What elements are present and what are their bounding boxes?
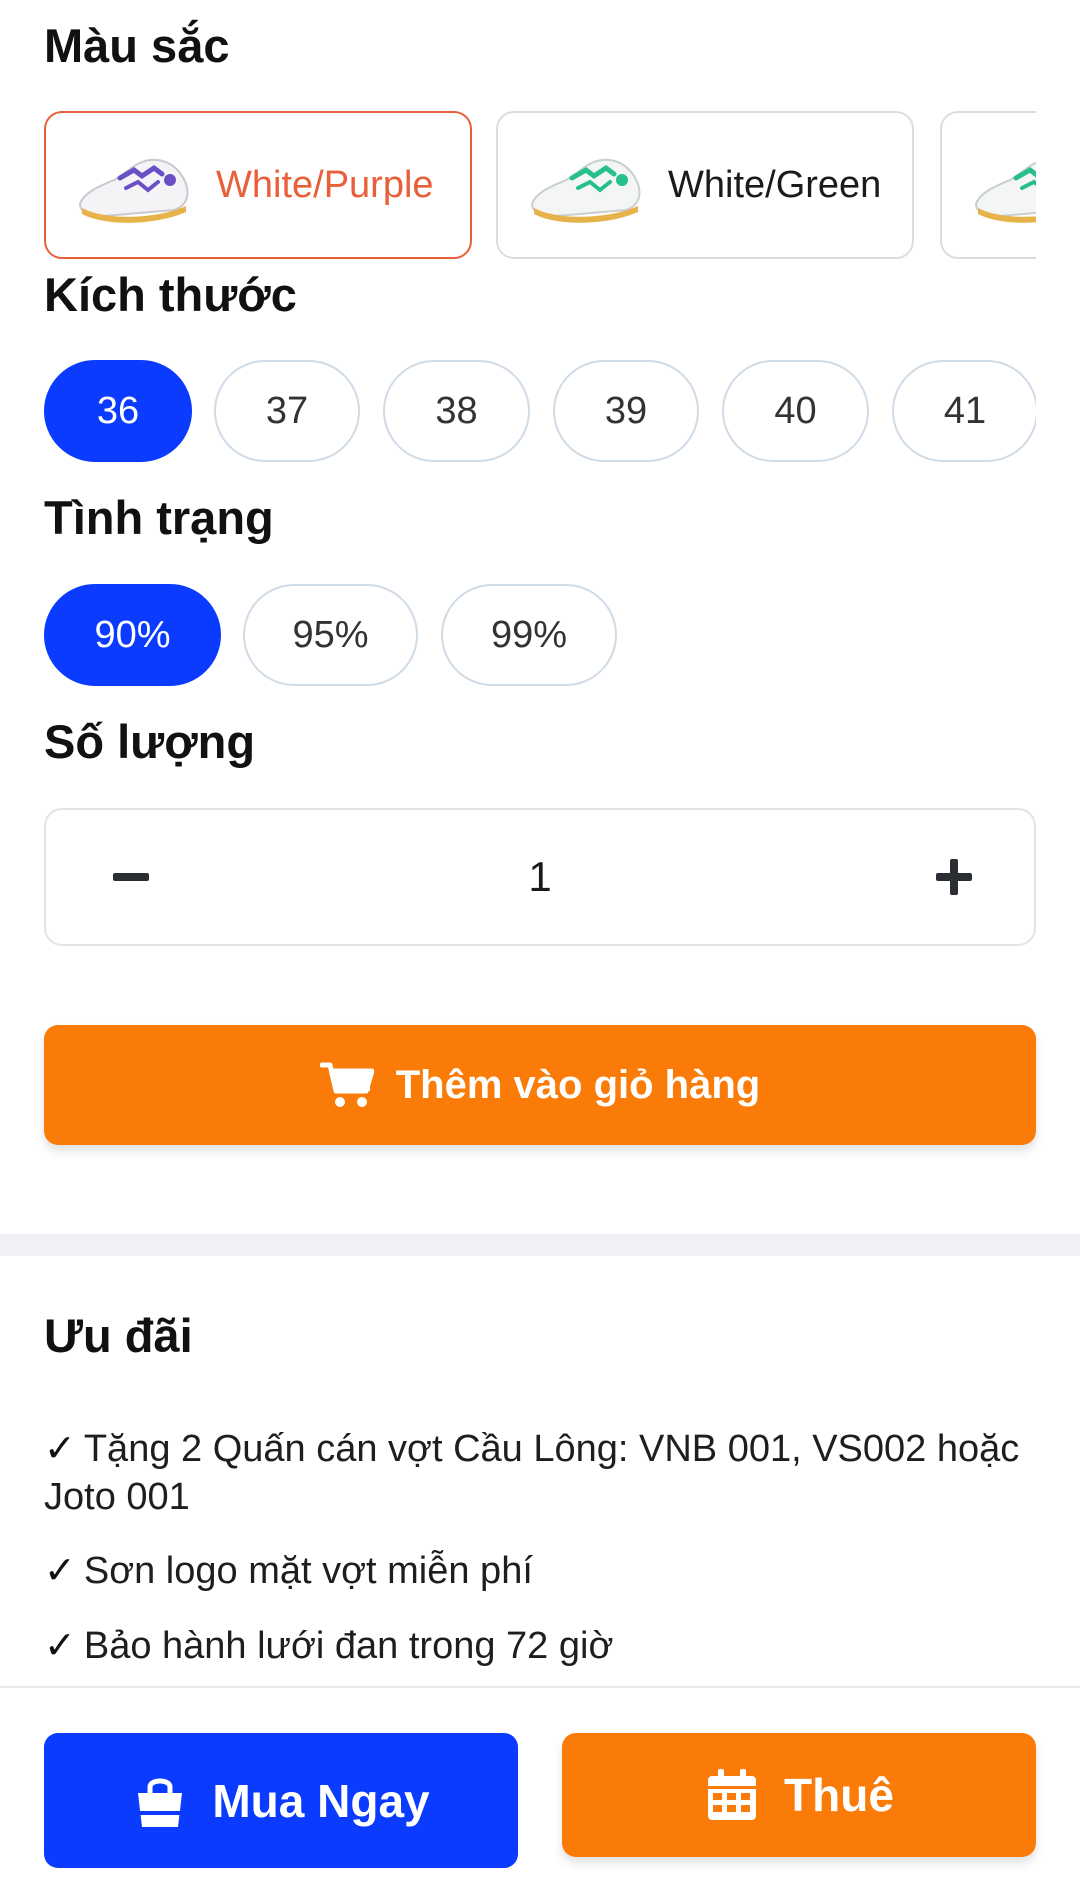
size-chip-39[interactable]: 39 (553, 360, 699, 462)
color-option-label: White/Purple (216, 163, 434, 206)
size-chip-38[interactable]: 38 (383, 360, 530, 462)
bottom-bar-divider (0, 1686, 1080, 1688)
color-options: White/Purple White/Green (44, 111, 1036, 259)
condition-options: 90% 95% 99% (44, 584, 1036, 688)
color-option-white-green[interactable]: White/Green (496, 111, 914, 259)
quantity-stepper: 1 (44, 808, 1036, 946)
offer-text: Sơn logo mặt vợt miễn phí (83, 1550, 533, 1592)
check-icon: ✓ (44, 1625, 76, 1667)
calendar-icon (708, 1769, 757, 1820)
cart-icon (319, 1062, 374, 1107)
check-icon: ✓ (44, 1550, 76, 1592)
size-options: 36 37 38 39 40 41 (44, 360, 1036, 464)
add-to-cart-button[interactable]: Thêm vào giỏ hàng (44, 1025, 1036, 1145)
condition-chip-90[interactable]: 90% (44, 584, 221, 686)
offer-text: Bảo hành lưới đan trong 72 giờ (83, 1625, 614, 1667)
shoe-thumbnail-green-icon (974, 161, 1036, 223)
offer-item: ✓ Sơn logo mặt vợt miễn phí (44, 1547, 1034, 1595)
color-option-label: White/Green (668, 163, 882, 206)
color-option-white-purple[interactable]: White/Purple (44, 111, 472, 259)
quantity-section-title: Số lượng (44, 715, 256, 768)
offer-text: Tặng 2 Quấn cán vợt Cầu Lông: VNB 001, V… (44, 1428, 1020, 1518)
add-to-cart-label: Thêm vào giỏ hàng (395, 1062, 761, 1107)
check-icon: ✓ (44, 1428, 76, 1470)
rent-label: Thuê (784, 1769, 894, 1821)
section-divider (0, 1234, 1080, 1256)
size-chip-36[interactable]: 36 (44, 360, 192, 462)
rent-button[interactable]: Thuê (562, 1733, 1036, 1857)
size-chip-40[interactable]: 40 (722, 360, 869, 462)
condition-chip-99[interactable]: 99% (441, 584, 617, 686)
color-option-partial[interactable] (940, 111, 1036, 259)
quantity-value[interactable]: 1 (46, 853, 1034, 901)
plus-icon[interactable] (924, 847, 984, 907)
product-options-page: Màu sắc White/Purple White/Green Kích th… (0, 0, 1080, 1903)
shopping-bag-icon (138, 1778, 183, 1827)
buy-now-button[interactable]: Mua Ngay (44, 1733, 518, 1868)
condition-chip-95[interactable]: 95% (243, 584, 418, 686)
offer-item: ✓ Bảo hành lưới đan trong 72 giờ (44, 1622, 1034, 1670)
offer-item: ✓ Tặng 2 Quấn cán vợt Cầu Lông: VNB 001, … (44, 1425, 1034, 1521)
color-section-title: Màu sắc (44, 19, 230, 72)
condition-section-title: Tình trạng (44, 491, 274, 544)
offers-section-title: Ưu đãi (44, 1309, 193, 1362)
size-section-title: Kích thước (44, 268, 297, 321)
buy-now-label: Mua Ngay (212, 1774, 430, 1827)
shoe-thumbnail-purple-icon (78, 158, 189, 223)
size-chip-41[interactable]: 41 (892, 360, 1036, 462)
shoe-thumbnail-green-icon (530, 158, 641, 223)
size-chip-37[interactable]: 37 (214, 360, 360, 462)
